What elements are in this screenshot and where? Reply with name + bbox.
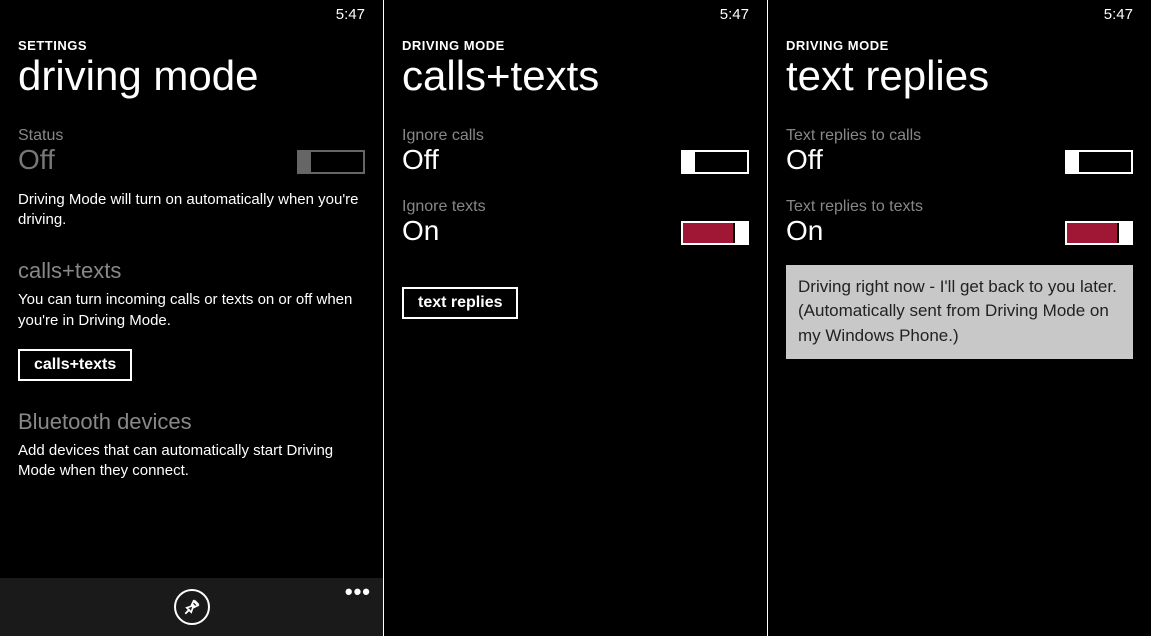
status-label: Status <box>18 127 365 145</box>
status-bar: 5:47 <box>786 6 1133 30</box>
status-block: Status Off Driving Mode will turn on aut… <box>18 127 365 230</box>
replies-texts-block: Text replies to texts On <box>786 198 1133 247</box>
status-value: Off <box>18 145 55 176</box>
status-bar: 5:47 <box>402 6 749 30</box>
more-button[interactable]: ••• <box>345 586 371 597</box>
ignore-texts-value: On <box>402 216 439 247</box>
screen-text-replies: 5:47 DRIVING MODE text replies Text repl… <box>768 0 1152 636</box>
page-title: driving mode <box>18 55 365 97</box>
screen-settings-driving-mode: 5:47 SETTINGS driving mode Status Off Dr… <box>0 0 384 636</box>
screen-calls-texts: 5:47 DRIVING MODE calls+texts Ignore cal… <box>384 0 768 636</box>
clock: 5:47 <box>336 6 365 23</box>
pin-button[interactable] <box>174 589 210 625</box>
status-bar: 5:47 <box>18 6 365 30</box>
ignore-texts-toggle[interactable] <box>681 221 749 245</box>
bluetooth-description: Add devices that can automatically start… <box>18 441 365 482</box>
ignore-texts-block: Ignore texts On <box>402 198 749 247</box>
reply-message-input[interactable]: Driving right now - I'll get back to you… <box>786 265 1133 359</box>
replies-calls-label: Text replies to calls <box>786 127 1133 145</box>
calls-texts-title: calls+texts <box>18 258 365 284</box>
status-description: Driving Mode will turn on automatically … <box>18 190 365 231</box>
page-title: text replies <box>786 55 1133 97</box>
clock: 5:47 <box>1104 6 1133 23</box>
ignore-calls-label: Ignore calls <box>402 127 749 145</box>
replies-texts-toggle[interactable] <box>1065 221 1133 245</box>
breadcrumb: DRIVING MODE <box>786 38 1133 53</box>
breadcrumb: DRIVING MODE <box>402 38 749 53</box>
calls-texts-button[interactable]: calls+texts <box>18 349 132 381</box>
bluetooth-section: Bluetooth devices Add devices that can a… <box>18 409 365 482</box>
replies-texts-value: On <box>786 216 823 247</box>
pin-icon <box>183 598 201 616</box>
replies-texts-label: Text replies to texts <box>786 198 1133 216</box>
ignore-texts-label: Ignore texts <box>402 198 749 216</box>
text-replies-button[interactable]: text replies <box>402 287 518 319</box>
status-toggle[interactable] <box>297 150 365 174</box>
replies-calls-block: Text replies to calls Off <box>786 127 1133 176</box>
bluetooth-title: Bluetooth devices <box>18 409 365 435</box>
ignore-calls-block: Ignore calls Off <box>402 127 749 176</box>
page-title: calls+texts <box>402 55 749 97</box>
breadcrumb: SETTINGS <box>18 38 365 53</box>
calls-texts-description: You can turn incoming calls or texts on … <box>18 290 365 331</box>
replies-calls-toggle[interactable] <box>1065 150 1133 174</box>
app-bar: ••• <box>0 578 383 636</box>
ignore-calls-toggle[interactable] <box>681 150 749 174</box>
calls-texts-section: calls+texts You can turn incoming calls … <box>18 258 365 381</box>
ignore-calls-value: Off <box>402 145 439 176</box>
replies-calls-value: Off <box>786 145 823 176</box>
clock: 5:47 <box>720 6 749 23</box>
